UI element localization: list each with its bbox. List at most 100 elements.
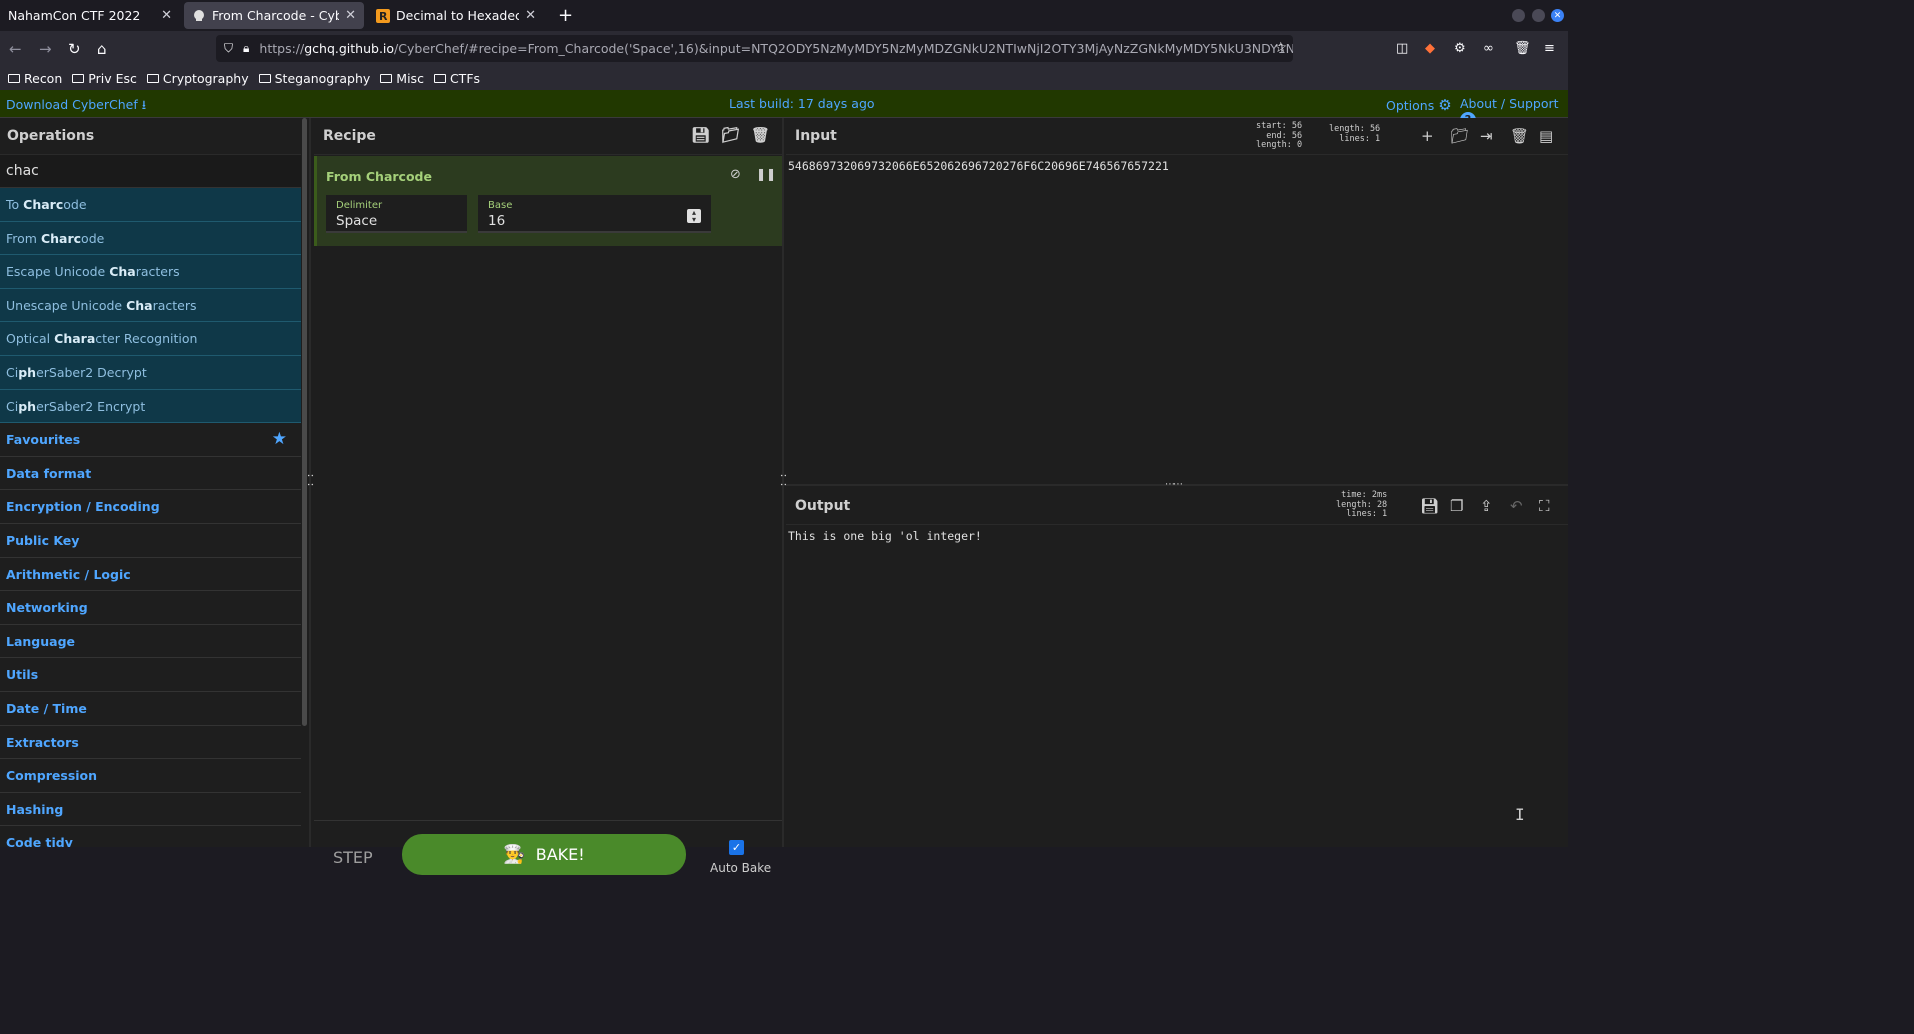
operation-result-item[interactable]: Optical Character Recognition xyxy=(0,322,301,356)
foxyproxy-icon[interactable]: ◆ xyxy=(1425,41,1435,56)
category-label: Language xyxy=(6,633,76,649)
auto-bake-checkbox[interactable]: ✓ xyxy=(729,840,744,855)
category-item[interactable]: Public Key xyxy=(0,524,301,558)
recipe-title: Recipe xyxy=(323,128,376,144)
category-item[interactable]: Utils xyxy=(0,658,301,692)
delimiter-select[interactable]: Delimiter Space xyxy=(326,195,467,233)
pause-breakpoint-icon[interactable]: ❚❚ xyxy=(756,167,776,181)
bookmark-cryptography[interactable]: Cryptography xyxy=(146,71,249,86)
step-button[interactable]: STEP xyxy=(333,848,373,867)
category-item[interactable]: Date / Time xyxy=(0,692,301,726)
spinner-icon[interactable]: ▴ ▾ xyxy=(687,209,701,224)
extension-gear-icon[interactable]: ⚙ xyxy=(1454,41,1466,56)
close-tab-icon[interactable]: ✕ xyxy=(161,8,172,23)
tab-bar: NahamCon CTF 2022 ✕ From Charcode - Cybe… xyxy=(0,0,1568,31)
folder-open-icon[interactable]: 📁︎ xyxy=(721,126,740,144)
clear-trash-icon[interactable]: 🗑︎ xyxy=(1510,127,1529,145)
bookmark-priv-esc[interactable]: Priv Esc xyxy=(72,71,137,86)
operation-result-item[interactable]: Escape Unicode Characters xyxy=(0,255,301,289)
result-text-hl: Cha xyxy=(126,297,153,313)
category-item[interactable]: Arithmetic / Logic xyxy=(0,558,301,592)
save-icon[interactable]: 💾︎ xyxy=(691,126,710,144)
category-item[interactable]: Favourites ★ xyxy=(0,423,301,457)
tab-title: NahamCon CTF 2022 xyxy=(8,8,141,23)
bookmark-steganography[interactable]: Steganography xyxy=(258,71,370,86)
options-link[interactable]: Options ⚙ xyxy=(1386,96,1452,114)
undo-icon[interactable]: ↶ xyxy=(1510,497,1523,515)
bookmark-misc[interactable]: Misc xyxy=(380,71,424,86)
bookmark-ctfs[interactable]: CTFs xyxy=(433,71,480,86)
tab-cyberchef[interactable]: From Charcode - CyberChef ✕ xyxy=(184,2,364,29)
output-panel: Output time: 2ms length: 28 lines: 1 💾︎ … xyxy=(786,488,1568,847)
search-results-list: To Charcode From Charcode Escape Unicode C… xyxy=(0,188,301,424)
category-item[interactable]: Language xyxy=(0,625,301,659)
back-arrow-icon[interactable]: ← xyxy=(9,40,22,58)
copy-output-icon[interactable]: ❐ xyxy=(1450,497,1463,515)
category-item[interactable]: Hashing xyxy=(0,793,301,827)
category-item[interactable]: Networking xyxy=(0,591,301,625)
shield-icon[interactable]: ⛉ xyxy=(224,41,233,56)
output-title: Output xyxy=(795,498,851,514)
download-label: Download CyberChef xyxy=(6,97,138,112)
bookmark-star-icon[interactable]: ☆ xyxy=(1274,40,1287,56)
operation-result-item[interactable]: CipherSaber2 Decrypt xyxy=(0,355,301,390)
url-bar[interactable]: ⛉ 🔒︎ https://gchq.github.io/CyberChef/#r… xyxy=(216,35,1293,62)
bookmark-recon[interactable]: Recon xyxy=(8,71,62,86)
window-maximize-button[interactable] xyxy=(1532,9,1545,22)
new-tab-plus-icon[interactable]: + xyxy=(558,5,573,26)
base-label: Base xyxy=(488,200,513,211)
open-folder-icon[interactable]: 📁︎ xyxy=(1450,127,1469,145)
delimiter-value: Space xyxy=(336,213,378,229)
category-item[interactable]: Data format xyxy=(0,457,301,491)
operation-result-item[interactable]: CipherSaber2 Encrypt xyxy=(0,389,301,424)
category-item[interactable]: Encryption / Encoding xyxy=(0,490,301,524)
reload-icon[interactable]: ↻ xyxy=(68,40,81,58)
window-close-button[interactable]: ✕ xyxy=(1551,9,1564,22)
recipe-header: Recipe 💾︎ 📁︎ 🗑︎ xyxy=(314,118,782,155)
recipe-operation-from-charcode[interactable]: From Charcode ⊘ ❚❚ Delimiter Space Base … xyxy=(314,156,782,246)
category-item[interactable]: Extractors xyxy=(0,726,301,760)
operations-panel: Operations chac To Charcode From Charcode… xyxy=(0,118,301,847)
result-text-hl: Charc xyxy=(23,197,64,212)
category-item[interactable]: Code tidy xyxy=(0,826,301,847)
operations-search-input[interactable]: chac xyxy=(0,155,301,188)
result-text-pre: To xyxy=(6,197,24,212)
wappalyzer-icon[interactable]: ∞ xyxy=(1483,41,1494,56)
recipe-panel: Recipe 💾︎ 📁︎ 🗑︎ From Charcode ⊘ ❚❚ Delim… xyxy=(314,118,782,875)
category-label: Public Key xyxy=(6,532,80,548)
disable-operation-icon[interactable]: ⊘ xyxy=(730,167,741,182)
favourite-star-icon[interactable]: ★ xyxy=(272,429,287,449)
operations-scrollbar[interactable] xyxy=(302,118,307,726)
category-item[interactable]: Compression xyxy=(0,759,301,793)
tab-decimal-to-hex[interactable]: R Decimal to Hexadecimal Converter ✕ xyxy=(368,0,544,31)
reset-layout-icon[interactable]: ▤ xyxy=(1539,127,1553,145)
operation-result-item[interactable]: Unescape Unicode Characters xyxy=(0,288,301,323)
trash-icon[interactable]: 🗑︎ xyxy=(1514,41,1531,56)
base-number-input[interactable]: Base 16 ▴ ▾ xyxy=(478,195,711,233)
operation-result-item[interactable]: To Charcode xyxy=(0,188,301,222)
home-icon[interactable]: ⌂ xyxy=(97,40,107,58)
close-tab-icon[interactable]: ✕ xyxy=(525,8,536,23)
replace-input-icon[interactable]: ⇪ xyxy=(1480,497,1493,515)
close-tab-icon[interactable]: ✕ xyxy=(345,8,356,23)
trash-icon[interactable]: 🗑︎ xyxy=(751,126,770,144)
bookmarks-bar: Recon Priv Esc Cryptography Steganograph… xyxy=(0,67,1568,90)
folder-icon xyxy=(258,74,271,83)
operation-result-item[interactable]: From Charcode xyxy=(0,221,301,256)
bake-button[interactable]: 👨‍🍳 BAKE! xyxy=(402,834,686,875)
url-host: gchq.github.io xyxy=(304,41,395,56)
maximise-icon[interactable]: ⛶ xyxy=(1539,497,1550,515)
input-textarea[interactable]: 546869732069732066E652062696720276F6C206… xyxy=(788,159,1169,173)
save-output-icon[interactable]: 💾︎ xyxy=(1420,497,1439,515)
pocket-icon[interactable]: ◫ xyxy=(1396,41,1408,56)
forward-arrow-icon[interactable]: → xyxy=(39,40,52,58)
url-text[interactable]: https://gchq.github.io/CyberChef/#recipe… xyxy=(259,41,1293,56)
add-input-plus-icon[interactable]: + xyxy=(1421,127,1434,145)
tab-nahamcon[interactable]: NahamCon CTF 2022 ✕ xyxy=(0,0,180,31)
open-file-icon[interactable]: ⇥ xyxy=(1480,127,1493,145)
output-textarea[interactable]: This is one big 'ol integer! xyxy=(788,529,982,543)
lock-icon[interactable]: 🔒︎ xyxy=(243,41,249,56)
hamburger-menu-icon[interactable]: ≡ xyxy=(1544,41,1555,56)
download-cyberchef-link[interactable]: Download CyberChef ⭳ xyxy=(6,96,146,117)
window-minimize-button[interactable] xyxy=(1512,9,1525,22)
